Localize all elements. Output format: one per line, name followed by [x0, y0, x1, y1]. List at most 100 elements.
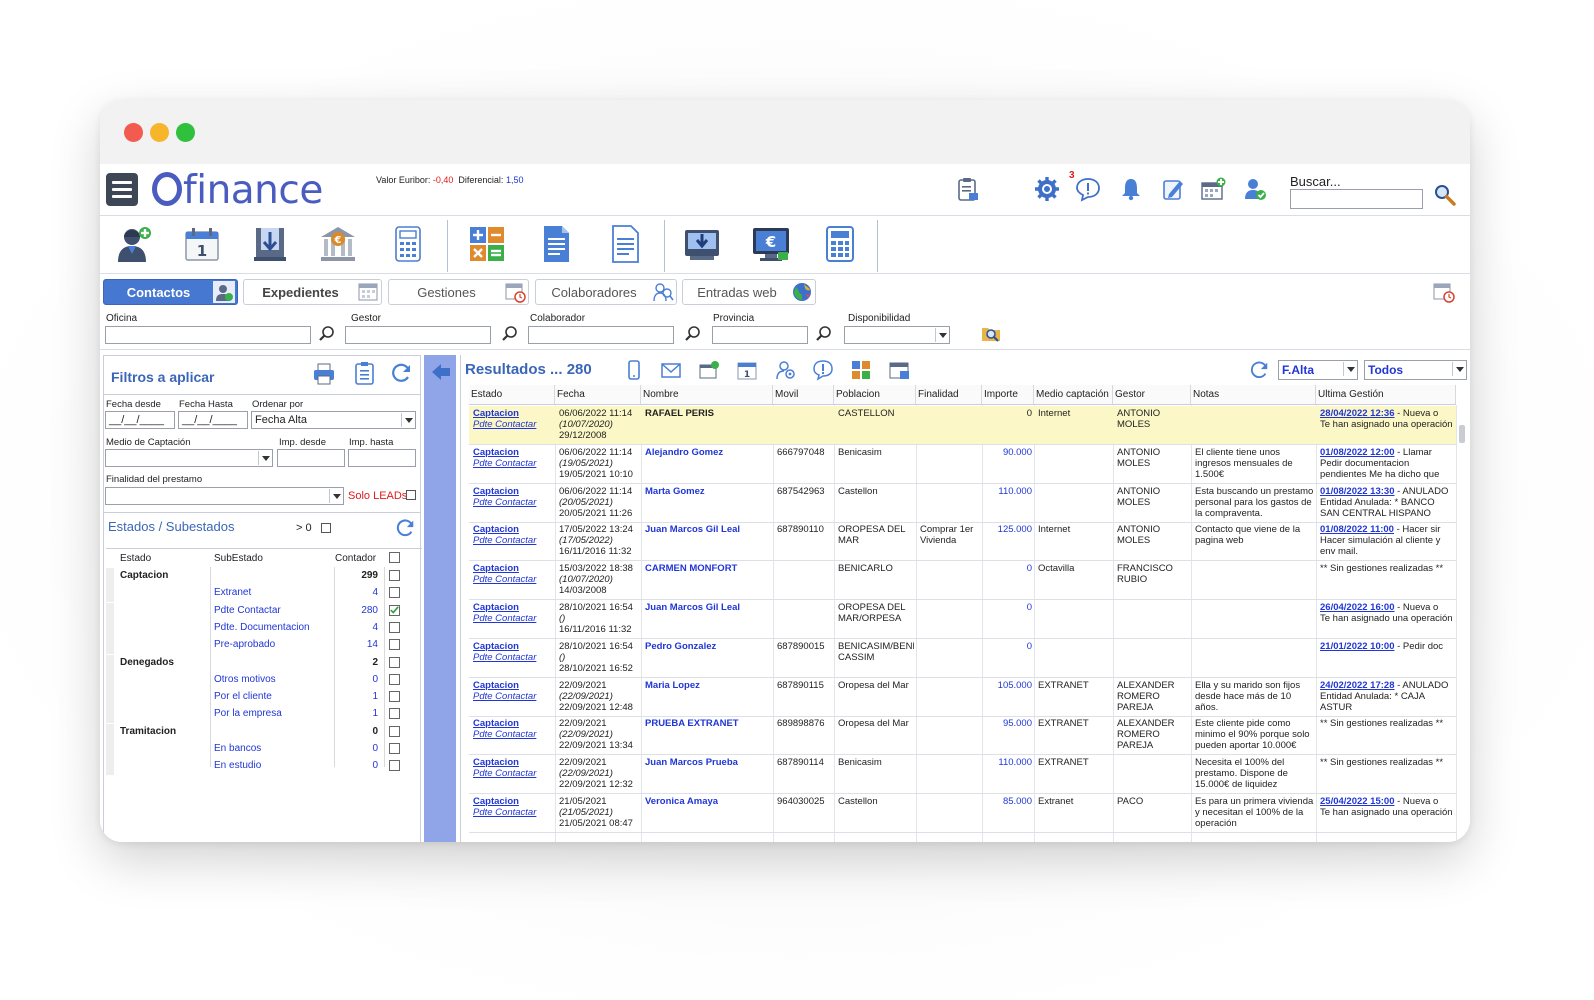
estado-link[interactable]: Captacion [473, 563, 553, 574]
math-operations-icon[interactable] [850, 359, 872, 381]
calendar-icon[interactable]: 1 [182, 224, 222, 264]
messages-icon[interactable] [1075, 176, 1101, 202]
search-icon[interactable] [501, 325, 519, 343]
add-contact-icon[interactable] [114, 224, 154, 264]
subestado-link[interactable]: Pdte Contactar [473, 497, 553, 508]
refresh-icon[interactable] [394, 517, 416, 539]
table-row[interactable]: Captacion Pdte Contactar 28/10/2021 16:54(… [469, 639, 1456, 678]
column-header[interactable]: Finalidad [916, 385, 982, 405]
table-row[interactable]: Captacion Pdte Contactar 17/05/2022 13:24(… [469, 522, 1456, 562]
table-row[interactable]: Captacion Pdte Contactar 06/06/2022 11:14(… [469, 406, 1456, 445]
contact-name[interactable]: Pedro Gonzalez [645, 641, 771, 652]
clipboard-icon[interactable] [352, 360, 378, 386]
mail-icon[interactable] [660, 359, 682, 381]
column-header[interactable]: Fecha [555, 385, 641, 405]
ultima-gestion-date[interactable]: 25/04/2022 15:00 [1320, 796, 1394, 807]
filter-select[interactable]: Todos [1364, 360, 1467, 380]
tab-colaboradores[interactable]: Colaboradores [535, 279, 677, 305]
table-row[interactable]: Captacion Pdte Contactar 22/09/2021 (22/09/… [469, 678, 1456, 717]
refresh-icon[interactable] [389, 361, 413, 385]
table-row[interactable]: Captacion Pdte Contactar 22/09/2021 (22/09/… [469, 716, 1456, 756]
ultima-gestion-date[interactable]: 21/01/2022 10:00 [1320, 641, 1394, 652]
estado-checkbox[interactable] [389, 708, 400, 720]
estado-link[interactable]: Captacion [473, 641, 553, 652]
bank-icon[interactable]: € [318, 224, 358, 264]
estado-row[interactable]: Captacion 299 [106, 568, 422, 585]
estado-row[interactable]: Por la empresa 1 [106, 706, 422, 724]
estado-row[interactable]: Denegados 2 [106, 654, 422, 672]
calculator-outline-icon[interactable] [388, 224, 428, 264]
subestado-link[interactable]: Pdte Contactar [473, 652, 553, 663]
table-row[interactable]: Captacion Pdte Contactar 28/10/2021 16:54(… [469, 600, 1456, 639]
ordenar-select[interactable]: Fecha Alta [251, 411, 416, 429]
estado-link[interactable]: Captacion [473, 524, 553, 535]
contact-name[interactable]: CARMEN MONFORT [645, 563, 771, 574]
contact-name[interactable]: Juan Marcos Prueba [645, 757, 771, 768]
sort-select[interactable]: F.Alta [1278, 360, 1358, 380]
calendar-icon[interactable]: 1 [736, 359, 758, 381]
estado-link[interactable]: Captacion [473, 796, 553, 807]
subestado-link[interactable]: Pdte Contactar [473, 535, 553, 546]
clipboard-report-icon[interactable] [955, 176, 981, 202]
estado-row[interactable]: Pdte Contactar 280 [106, 602, 422, 620]
search-folder-icon[interactable] [980, 322, 1002, 344]
subestado-link[interactable]: Pdte Contactar [473, 691, 553, 702]
medio-captacion-select[interactable] [105, 449, 273, 467]
fecha-hasta-input[interactable]: __/__/____ [178, 411, 248, 429]
user-check-icon[interactable] [1242, 176, 1268, 202]
tab-gestiones[interactable]: Gestiones [388, 279, 529, 305]
messages-icon[interactable] [812, 359, 834, 381]
estado-row[interactable]: Extranet 4 [106, 585, 422, 603]
tab-expedientes[interactable]: Expedientes [243, 279, 382, 305]
search-icon[interactable] [815, 325, 833, 343]
column-header[interactable]: Nombre [641, 385, 773, 405]
calendar-clock-icon[interactable] [1432, 280, 1456, 304]
contact-name[interactable]: Maria Lopez [645, 680, 771, 691]
column-header[interactable]: Poblacion [834, 385, 916, 405]
estado-checkbox[interactable] [389, 639, 400, 651]
search-icon[interactable] [1434, 184, 1456, 206]
estado-link[interactable]: Captacion [473, 602, 553, 613]
contact-name[interactable]: PRUEBA EXTRANET [645, 718, 771, 729]
estado-checkbox[interactable] [389, 725, 400, 737]
solo-leads-checkbox[interactable] [406, 490, 416, 500]
printer-icon[interactable] [312, 362, 336, 386]
ultima-gestion-date[interactable]: 28/04/2022 12:36 [1320, 408, 1394, 419]
estado-checkbox[interactable] [389, 604, 400, 616]
table-row[interactable]: Captacion Pdte Contactar 06/06/2022 11:14(… [469, 484, 1456, 523]
estado-checkbox[interactable] [389, 587, 400, 599]
imp-hasta-input[interactable] [348, 449, 416, 467]
table-row[interactable]: Captacion Pdte Contactar 22/09/2021 (22/09/… [469, 755, 1456, 795]
search-icon[interactable] [684, 325, 702, 343]
minimize-window-button[interactable] [150, 123, 169, 142]
document-icon[interactable] [536, 224, 576, 264]
estado-row[interactable]: En estudio 0 [106, 758, 422, 776]
calendar-add-icon[interactable] [698, 359, 720, 381]
column-header[interactable]: Notas [1191, 385, 1316, 405]
provincia-input[interactable] [712, 326, 808, 344]
ultima-gestion-date[interactable]: 01/08/2022 13:30 [1320, 486, 1394, 497]
estado-row[interactable]: En bancos 0 [106, 741, 422, 758]
column-header[interactable]: Estado [469, 385, 555, 405]
table-row[interactable]: Captacion Pdte Contactar 06/06/2022 11:14(… [469, 445, 1456, 484]
estado-link[interactable]: Captacion [473, 486, 553, 497]
estado-row[interactable]: Por el cliente 1 [106, 689, 422, 707]
column-header[interactable]: Ultima Gestión [1316, 385, 1456, 405]
menu-icon[interactable] [106, 173, 138, 206]
close-window-button[interactable] [124, 123, 143, 142]
estado-row[interactable]: Pdte. Documentacion 4 [106, 619, 422, 637]
contact-name[interactable]: RAFAEL PERIS [645, 408, 771, 419]
refresh-icon[interactable] [1248, 359, 1270, 381]
math-operations-icon[interactable] [467, 224, 507, 264]
disponibilidad-select[interactable] [844, 326, 950, 344]
ultima-gestion-date[interactable]: 24/02/2022 17:28 [1320, 680, 1394, 691]
contact-name[interactable]: Alejandro Gomez [645, 447, 771, 458]
calculator-icon[interactable] [820, 224, 860, 264]
contact-name[interactable]: Veronica Amaya [645, 796, 771, 807]
mobile-icon[interactable] [623, 359, 645, 381]
column-header[interactable]: Medio captación [1034, 385, 1113, 405]
panel-splitter[interactable] [424, 355, 456, 842]
search-input[interactable] [1290, 189, 1423, 209]
estado-link[interactable]: Captacion [473, 408, 553, 419]
document-outline-icon[interactable] [605, 224, 645, 264]
